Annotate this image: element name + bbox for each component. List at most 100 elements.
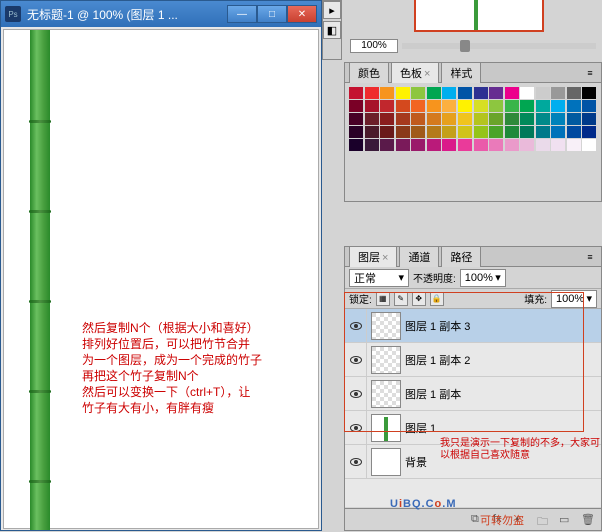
color-swatch[interactable] bbox=[551, 139, 565, 151]
color-swatch[interactable] bbox=[442, 139, 456, 151]
color-swatch[interactable] bbox=[474, 113, 488, 125]
color-swatch[interactable] bbox=[474, 126, 488, 138]
visibility-toggle[interactable] bbox=[345, 343, 367, 377]
new-group-icon[interactable]: 🗀 bbox=[537, 513, 551, 527]
blend-mode-dropdown[interactable]: 正常▾ bbox=[349, 269, 409, 287]
layer-thumbnail[interactable] bbox=[371, 380, 401, 408]
color-swatch[interactable] bbox=[458, 100, 472, 112]
color-swatch[interactable] bbox=[489, 100, 503, 112]
color-swatch[interactable] bbox=[536, 126, 550, 138]
color-swatch[interactable] bbox=[551, 126, 565, 138]
color-swatch[interactable] bbox=[365, 126, 379, 138]
color-swatch[interactable] bbox=[505, 87, 519, 99]
layer-name[interactable]: 图层 1 副本 bbox=[405, 386, 601, 402]
delete-layer-icon[interactable]: 🗑 bbox=[581, 513, 595, 527]
color-swatch[interactable] bbox=[442, 113, 456, 125]
panel-menu-icon[interactable]: ≡ bbox=[583, 66, 597, 80]
visibility-toggle[interactable] bbox=[345, 411, 367, 445]
color-swatch[interactable] bbox=[396, 113, 410, 125]
color-swatch[interactable] bbox=[411, 113, 425, 125]
color-swatch[interactable] bbox=[536, 113, 550, 125]
color-swatch[interactable] bbox=[365, 100, 379, 112]
color-swatch[interactable] bbox=[582, 100, 596, 112]
color-swatch[interactable] bbox=[520, 87, 534, 99]
color-swatch[interactable] bbox=[551, 100, 565, 112]
color-swatch[interactable] bbox=[458, 126, 472, 138]
color-swatch[interactable] bbox=[427, 139, 441, 151]
panel-menu-icon[interactable]: ≡ bbox=[583, 250, 597, 264]
color-swatch[interactable] bbox=[396, 100, 410, 112]
color-swatch[interactable] bbox=[458, 113, 472, 125]
color-swatch[interactable] bbox=[411, 139, 425, 151]
layer-thumbnail[interactable] bbox=[371, 346, 401, 374]
visibility-toggle[interactable] bbox=[345, 377, 367, 411]
tab-styles[interactable]: 样式 bbox=[441, 62, 481, 83]
color-swatch[interactable] bbox=[489, 126, 503, 138]
color-swatch[interactable] bbox=[489, 113, 503, 125]
layer-name[interactable]: 图层 1 bbox=[405, 420, 601, 436]
color-swatch[interactable] bbox=[505, 126, 519, 138]
color-swatch[interactable] bbox=[567, 87, 581, 99]
color-swatch[interactable] bbox=[380, 126, 394, 138]
color-swatch[interactable] bbox=[396, 126, 410, 138]
layer-row[interactable]: 图层 1 副本 3 bbox=[345, 309, 601, 343]
color-swatch[interactable] bbox=[474, 139, 488, 151]
color-swatch[interactable] bbox=[365, 87, 379, 99]
zoom-slider-thumb[interactable] bbox=[460, 40, 470, 52]
color-swatch[interactable] bbox=[536, 87, 550, 99]
color-swatch[interactable] bbox=[442, 126, 456, 138]
color-swatch[interactable] bbox=[411, 100, 425, 112]
color-swatch[interactable] bbox=[520, 100, 534, 112]
color-swatch[interactable] bbox=[442, 87, 456, 99]
color-swatch[interactable] bbox=[520, 139, 534, 151]
expand-panel-button[interactable]: ▸ bbox=[323, 1, 341, 19]
color-swatch[interactable] bbox=[567, 139, 581, 151]
color-swatch[interactable] bbox=[458, 139, 472, 151]
color-swatch[interactable] bbox=[380, 87, 394, 99]
visibility-toggle[interactable] bbox=[345, 445, 367, 479]
opacity-input[interactable]: 100%▾ bbox=[460, 269, 506, 287]
color-swatch[interactable] bbox=[365, 139, 379, 151]
color-swatch[interactable] bbox=[520, 126, 534, 138]
layer-thumbnail[interactable] bbox=[371, 448, 401, 476]
tab-close-icon[interactable]: × bbox=[424, 68, 430, 80]
visibility-toggle[interactable] bbox=[345, 309, 367, 343]
tab-close-icon[interactable]: × bbox=[382, 252, 388, 264]
color-swatch[interactable] bbox=[551, 87, 565, 99]
color-swatch[interactable] bbox=[349, 126, 363, 138]
color-swatch[interactable] bbox=[582, 113, 596, 125]
color-swatch[interactable] bbox=[349, 87, 363, 99]
color-swatch[interactable] bbox=[520, 113, 534, 125]
color-swatch[interactable] bbox=[396, 139, 410, 151]
lock-paint-icon[interactable]: ✎ bbox=[394, 292, 408, 306]
color-swatch[interactable] bbox=[567, 113, 581, 125]
color-swatch[interactable] bbox=[505, 100, 519, 112]
layer-name[interactable]: 图层 1 副本 3 bbox=[405, 318, 601, 334]
color-swatch[interactable] bbox=[411, 126, 425, 138]
color-swatch[interactable] bbox=[349, 113, 363, 125]
tab-paths[interactable]: 路径 bbox=[441, 246, 481, 267]
lock-position-icon[interactable]: ✥ bbox=[412, 292, 426, 306]
color-swatch[interactable] bbox=[380, 113, 394, 125]
color-swatch[interactable] bbox=[567, 100, 581, 112]
layer-name[interactable]: 图层 1 副本 2 bbox=[405, 352, 601, 368]
layer-thumbnail[interactable] bbox=[371, 312, 401, 340]
tab-color[interactable]: 颜色 bbox=[349, 62, 389, 83]
close-button[interactable]: ✕ bbox=[287, 5, 317, 23]
color-swatch[interactable] bbox=[536, 100, 550, 112]
zoom-slider[interactable] bbox=[402, 43, 596, 49]
color-swatch[interactable] bbox=[489, 139, 503, 151]
color-swatch[interactable] bbox=[396, 87, 410, 99]
tab-channels[interactable]: 通道 bbox=[399, 246, 439, 267]
color-swatch[interactable] bbox=[380, 100, 394, 112]
color-swatch[interactable] bbox=[582, 87, 596, 99]
color-swatch[interactable] bbox=[474, 87, 488, 99]
new-layer-icon[interactable]: ▭ bbox=[559, 513, 573, 527]
color-swatch[interactable] bbox=[427, 113, 441, 125]
tab-swatches[interactable]: 色板× bbox=[391, 62, 439, 83]
color-swatch[interactable] bbox=[582, 126, 596, 138]
zoom-input[interactable]: 100% bbox=[350, 39, 398, 53]
color-swatch[interactable] bbox=[349, 139, 363, 151]
lock-all-icon[interactable]: 🔒 bbox=[430, 292, 444, 306]
canvas[interactable]: 然后复制N个（根据大小和喜好） 排列好位置后，可以把竹节合并 为一个图层，成为一… bbox=[3, 29, 319, 529]
